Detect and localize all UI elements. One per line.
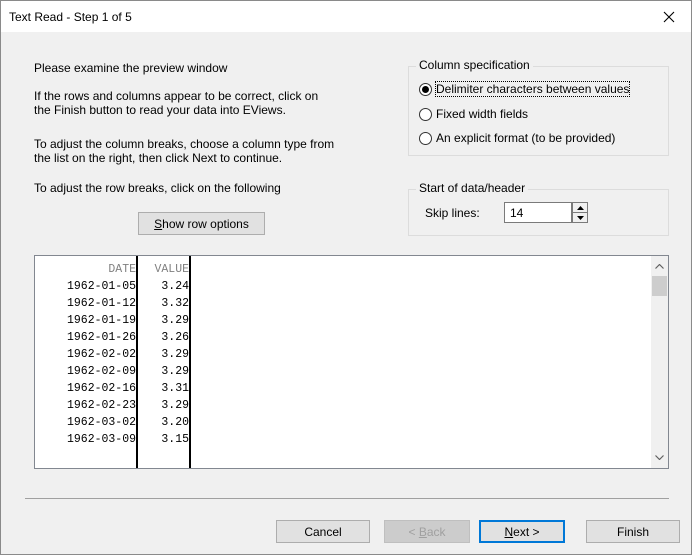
column-spec-label: Column specification <box>416 58 533 72</box>
radio-explicit-format-indicator[interactable] <box>419 131 432 145</box>
preview-cell-date: 1962-01-12 <box>66 297 136 310</box>
preview-cell-value: 3.26 <box>161 331 189 344</box>
preview-cell-date: 1962-02-09 <box>66 365 136 378</box>
show-row-options-button[interactable]: Show row options <box>138 212 265 235</box>
close-button[interactable] <box>647 1 691 32</box>
instruction-finish-line2: the Finish button to read your data into… <box>34 103 286 117</box>
radio-explicit-format-label: n explicit format (to be provided) <box>444 131 616 145</box>
preview-window[interactable]: DATE VALUE 1962-01-05 3.24 1962-01-12 3.32 1… <box>34 255 669 469</box>
instruction-columns-line2: the list on the right, then click Next t… <box>34 151 283 165</box>
preview-cell-value: 3.20 <box>161 416 189 429</box>
spin-down-icon <box>576 215 584 220</box>
preview-cell-value: 3.32 <box>161 297 189 310</box>
preview-cell-date: 1962-01-05 <box>66 280 136 293</box>
preview-cell-date: 1962-02-23 <box>66 399 136 412</box>
radio-delimiter-text: Delimiter characters between values <box>434 81 631 97</box>
table-row: 1962-03-09 3.15 <box>45 431 190 448</box>
show-row-options-label: how row options <box>162 216 249 231</box>
scroll-up-button[interactable] <box>651 258 668 275</box>
table-row: 1962-03-02 3.20 <box>45 414 190 431</box>
table-row: 1962-02-16 3.31 <box>45 380 190 397</box>
skip-lines-label: Skip lines: <box>425 206 480 220</box>
back-button[interactable]: < Back <box>384 520 470 543</box>
instruction-examine: Please examine the preview window <box>34 61 228 75</box>
text-read-dialog: Text Read - Step 1 of 5 Please examine t… <box>0 0 692 555</box>
footer-divider <box>25 498 669 499</box>
table-row: 1962-02-02 3.29 <box>45 346 190 363</box>
column-break-1[interactable] <box>136 256 138 468</box>
radio-fixed-width-label: ixed width fields <box>443 107 529 121</box>
preview-header-value: VALUE <box>154 263 189 276</box>
table-row: 1962-01-05 3.24 <box>45 278 190 295</box>
start-data-label: Start of data/header <box>416 181 529 195</box>
spin-up-icon <box>576 205 584 210</box>
window-title: Text Read - Step 1 of 5 <box>9 10 132 24</box>
scroll-thumb[interactable] <box>652 276 667 296</box>
column-break-2[interactable] <box>189 256 191 468</box>
preview-cell-value: 3.31 <box>161 382 189 395</box>
scroll-down-button[interactable] <box>651 449 668 466</box>
instruction-rows: To adjust the row breaks, click on the f… <box>34 181 281 195</box>
preview-cell-value: 3.29 <box>161 348 189 361</box>
radio-delimiter[interactable]: Delimiter characters between values <box>419 80 631 98</box>
preview-header-date: DATE <box>108 263 136 276</box>
chevron-up-icon <box>655 264 664 269</box>
radio-delimiter-accel: D <box>436 82 445 96</box>
finish-button[interactable]: Finish <box>586 520 680 543</box>
preview-cell-value: 3.29 <box>161 399 189 412</box>
preview-cell-date: 1962-03-09 <box>66 433 136 446</box>
radio-delimiter-label: elimiter characters between values <box>444 82 630 96</box>
preview-cell-date: 1962-02-02 <box>66 348 136 361</box>
preview-cell-value: 3.15 <box>161 433 189 446</box>
table-row: 1962-02-23 3.29 <box>45 397 190 414</box>
close-icon <box>663 11 675 22</box>
radio-delimiter-indicator[interactable] <box>419 82 432 96</box>
chevron-down-icon <box>655 455 664 460</box>
spin-up-button[interactable] <box>573 203 587 213</box>
cancel-button-label: Cancel <box>304 524 342 539</box>
next-button-label: ext > <box>513 524 540 539</box>
preview-cell-date: 1962-01-19 <box>66 314 136 327</box>
back-button-label: ack <box>426 524 446 539</box>
preview-cell-value: 3.29 <box>161 365 189 378</box>
back-button-accel: B <box>418 524 427 539</box>
radio-explicit-format-text: An explicit format (to be provided) <box>436 131 615 145</box>
preview-cell-date: 1962-02-16 <box>66 382 136 395</box>
preview-header-row: DATE VALUE <box>45 261 190 278</box>
table-row: 1962-01-19 3.29 <box>45 312 190 329</box>
table-row: 1962-01-26 3.26 <box>45 329 190 346</box>
cancel-button[interactable]: Cancel <box>276 520 370 543</box>
preview-table: DATE VALUE 1962-01-05 3.24 1962-01-12 3.32 1… <box>45 261 190 448</box>
spin-down-button[interactable] <box>573 213 587 222</box>
title-bar: Text Read - Step 1 of 5 <box>1 1 691 32</box>
show-row-options-accel: S <box>154 216 163 231</box>
preview-cell-value: 3.29 <box>161 314 189 327</box>
instruction-finish-line1: If the rows and columns appear to be cor… <box>34 89 319 103</box>
finish-button-label: Finish <box>616 524 649 539</box>
preview-cell-date: 1962-01-26 <box>66 331 136 344</box>
instruction-columns-line1: To adjust the column breaks, choose a co… <box>34 137 335 151</box>
radio-fixed-width[interactable]: Fixed width fields <box>419 105 528 123</box>
next-button[interactable]: Next > <box>479 520 565 543</box>
radio-fixed-width-text: Fixed width fields <box>436 107 528 121</box>
radio-explicit-format[interactable]: An explicit format (to be provided) <box>419 129 615 147</box>
table-row: 1962-01-12 3.32 <box>45 295 190 312</box>
preview-scrollbar[interactable] <box>651 256 668 468</box>
radio-fixed-width-indicator[interactable] <box>419 107 432 121</box>
skip-lines-input[interactable] <box>504 202 572 223</box>
preview-cell-date: 1962-03-02 <box>66 416 136 429</box>
radio-explicit-format-accel: A <box>436 131 445 145</box>
next-button-accel: N <box>504 524 514 539</box>
skip-lines-spinner[interactable] <box>572 202 588 223</box>
back-button-prefix: < <box>408 524 416 539</box>
preview-cell-value: 3.24 <box>161 280 189 293</box>
table-row: 1962-02-09 3.29 <box>45 363 190 380</box>
